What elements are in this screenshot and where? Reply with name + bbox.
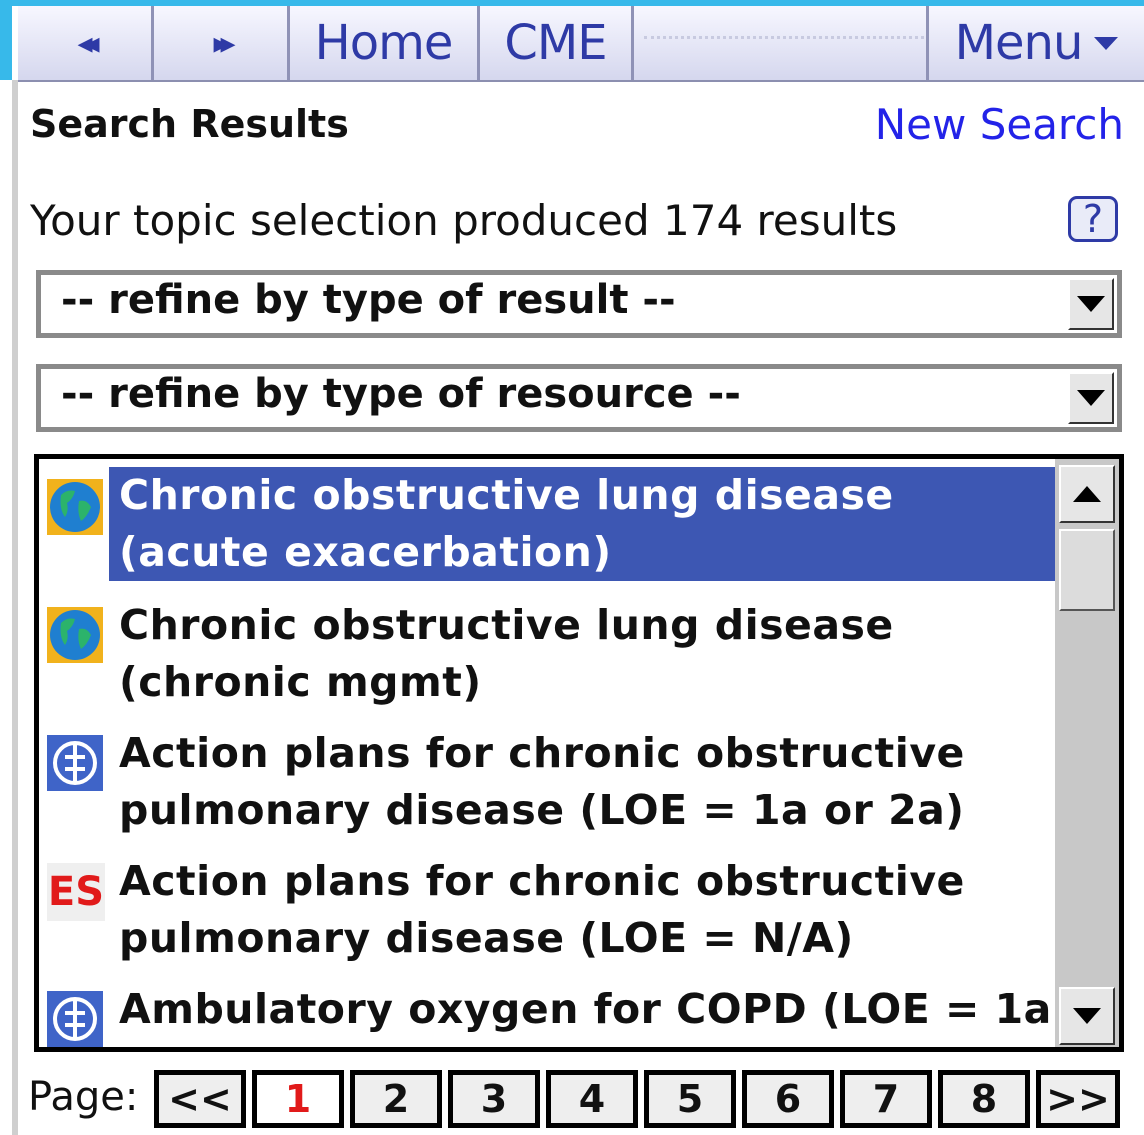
es-icon: ES	[47, 863, 105, 921]
home-label: Home	[314, 15, 454, 71]
page-next-button[interactable]: >>	[1036, 1070, 1120, 1128]
cme-label: CME	[504, 15, 607, 71]
cme-button[interactable]: CME	[480, 6, 634, 80]
nav-bar: ◂◂ ▸▸ Home CME Menu	[18, 6, 1144, 82]
menu-button[interactable]: Menu	[926, 6, 1144, 80]
page-7-button[interactable]: 7	[840, 1070, 932, 1128]
chevron-up-icon	[1073, 486, 1101, 502]
results-list[interactable]: Chronic obstructive lung disease (acute …	[34, 454, 1124, 1052]
help-icon: ?	[1082, 197, 1104, 241]
nav-spacer	[644, 36, 924, 39]
page-6-button[interactable]: 6	[742, 1070, 834, 1128]
result-title: Ambulatory oxygen for COPD (LOE = 1a	[119, 985, 1052, 1033]
chevron-down-icon	[1077, 296, 1105, 312]
chevron-down-icon	[1094, 36, 1119, 50]
pagination-label: Page:	[28, 1074, 139, 1120]
window-frame-rule	[12, 80, 18, 1135]
page-1-button[interactable]: 1	[252, 1070, 344, 1128]
help-button[interactable]: ?	[1068, 196, 1118, 242]
result-title: Chronic obstructive lung disease (chroni…	[119, 601, 894, 706]
result-title: Chronic obstructive lung disease (acute …	[109, 467, 1055, 581]
scroll-down-button[interactable]	[1059, 987, 1115, 1045]
menu-label: Menu	[954, 15, 1084, 71]
results-summary: Your topic selection produced 174 result…	[30, 196, 898, 245]
scrollbar-thumb[interactable]	[1059, 529, 1115, 611]
page-5-button[interactable]: 5	[644, 1070, 736, 1128]
result-type-select[interactable]: -- refine by type of result --	[36, 270, 1122, 338]
resource-type-value: -- refine by type of resource --	[61, 371, 741, 417]
forward-icon: ▸▸	[213, 25, 235, 61]
globe-icon	[47, 607, 105, 665]
page-first-button[interactable]: <<	[154, 1070, 246, 1128]
result-title: Action plans for chronic obstructive pul…	[119, 729, 965, 834]
window-frame-left	[0, 0, 12, 80]
chevron-down-icon	[1077, 390, 1105, 406]
scroll-up-button[interactable]	[1059, 465, 1115, 523]
evidence-icon	[47, 991, 105, 1047]
forward-button[interactable]: ▸▸	[154, 6, 290, 80]
pagination: Page: << 1 2 3 4 5 6 7 8 >>	[28, 1062, 1144, 1134]
page-2-button[interactable]: 2	[350, 1070, 442, 1128]
page-3-button[interactable]: 3	[448, 1070, 540, 1128]
result-title: Action plans for chronic obstructive pul…	[119, 857, 965, 962]
page-8-button[interactable]: 8	[938, 1070, 1030, 1128]
results-scrollbar[interactable]	[1055, 459, 1119, 1047]
result-type-dropdown-button[interactable]	[1068, 278, 1114, 330]
evidence-icon	[47, 735, 105, 793]
back-button[interactable]: ◂◂	[18, 6, 154, 80]
home-button[interactable]: Home	[290, 6, 480, 80]
resource-type-dropdown-button[interactable]	[1068, 372, 1114, 424]
page-4-button[interactable]: 4	[546, 1070, 638, 1128]
chevron-down-icon	[1073, 1008, 1101, 1024]
result-type-value: -- refine by type of result --	[61, 277, 676, 323]
globe-icon	[47, 479, 105, 537]
back-icon: ◂◂	[77, 25, 99, 61]
new-search-link[interactable]: New Search	[875, 100, 1124, 149]
page-title: Search Results	[30, 102, 349, 146]
resource-type-select[interactable]: -- refine by type of resource --	[36, 364, 1122, 432]
